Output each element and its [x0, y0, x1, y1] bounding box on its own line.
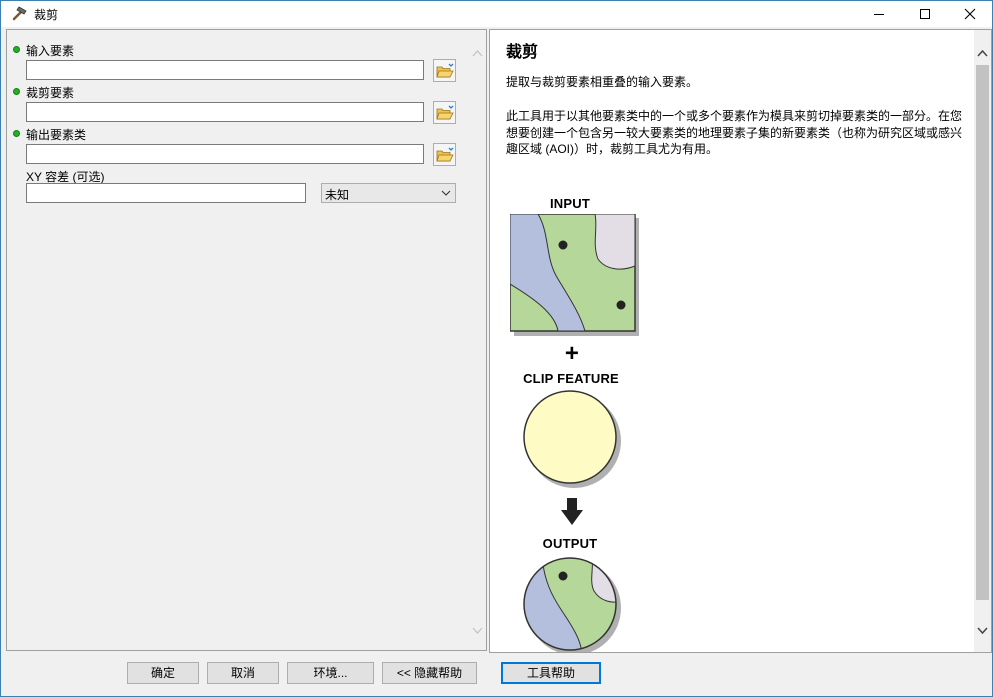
output-class-field[interactable] [26, 144, 424, 164]
required-indicator-icon [13, 88, 20, 95]
hammer-icon [12, 6, 27, 21]
diagram-output-label: OUTPUT [542, 536, 598, 551]
browse-clip-button[interactable] [433, 101, 456, 124]
open-folder-icon [435, 63, 454, 77]
clip-circle-illustration [523, 390, 621, 488]
diagram-plus: + [564, 340, 580, 367]
chevron-up-icon [977, 49, 988, 57]
help-scroll-thumb[interactable] [976, 65, 989, 600]
input-features-label: 输入要素 [26, 44, 75, 58]
cancel-button[interactable]: 取消 [207, 662, 279, 684]
input-features-field[interactable] [26, 60, 424, 80]
environments-button[interactable]: 环境... [287, 662, 374, 684]
open-folder-icon [435, 105, 454, 119]
help-scroll-up-button[interactable] [974, 44, 991, 61]
help-scrollbar[interactable] [974, 30, 991, 652]
arrow-down-icon [561, 498, 583, 525]
ok-button[interactable]: 确定 [127, 662, 199, 684]
help-summary: 提取与裁剪要素相重叠的输入要素。 [506, 75, 699, 89]
open-folder-icon [435, 147, 454, 161]
minimize-icon [874, 14, 884, 15]
close-icon [964, 8, 976, 20]
help-scroll-down-button[interactable] [974, 622, 991, 639]
diagram-input-label: INPUT [550, 196, 590, 211]
help-description: 此工具用于以其他要素类中的一个或多个要素作为模具来剪切掉要素类的一部分。在您想要… [506, 109, 963, 156]
xy-tolerance-field[interactable] [26, 183, 306, 203]
help-title: 裁剪 [506, 44, 539, 61]
chevron-down-icon [441, 190, 451, 196]
parameters-scrollbar[interactable] [469, 30, 486, 650]
chevron-down-icon [472, 627, 483, 634]
close-button[interactable] [947, 1, 993, 27]
output-map-illustration [523, 557, 621, 652]
tool-help-button[interactable]: 工具帮助 [501, 662, 601, 684]
clip-features-label: 裁剪要素 [26, 86, 75, 100]
clip-tool-dialog: 裁剪 输入要素 裁剪要素 输出要素类 XY 容差 (可选) 未知 裁剪 提取与裁… [0, 0, 993, 697]
diagram-clip-label: CLIP FEATURE [523, 371, 619, 386]
clip-features-field[interactable] [26, 102, 424, 122]
browse-output-button[interactable] [433, 143, 456, 166]
maximize-button[interactable] [902, 1, 948, 27]
input-map-illustration [510, 214, 639, 336]
required-indicator-icon [13, 130, 20, 137]
window-title: 裁剪 [34, 8, 59, 22]
maximize-icon [920, 9, 930, 19]
required-indicator-icon [13, 46, 20, 53]
minimize-button[interactable] [856, 1, 902, 27]
title-bar: 裁剪 [1, 1, 992, 27]
output-class-label: 输出要素类 [26, 128, 87, 142]
scroll-down-button[interactable] [469, 622, 486, 639]
chevron-down-icon [977, 626, 988, 634]
xy-unit-select[interactable]: 未知 [321, 183, 456, 203]
parameters-pane: 输入要素 裁剪要素 输出要素类 XY 容差 (可选) 未知 [6, 29, 487, 651]
chevron-up-icon [472, 49, 483, 56]
help-pane: 裁剪 提取与裁剪要素相重叠的输入要素。 此工具用于以其他要素类中的一个或多个要素… [489, 29, 992, 653]
scroll-up-button[interactable] [469, 44, 486, 61]
browse-input-button[interactable] [433, 59, 456, 82]
hide-help-button[interactable]: << 隐藏帮助 [382, 662, 477, 684]
xy-unit-selected: 未知 [325, 188, 350, 202]
